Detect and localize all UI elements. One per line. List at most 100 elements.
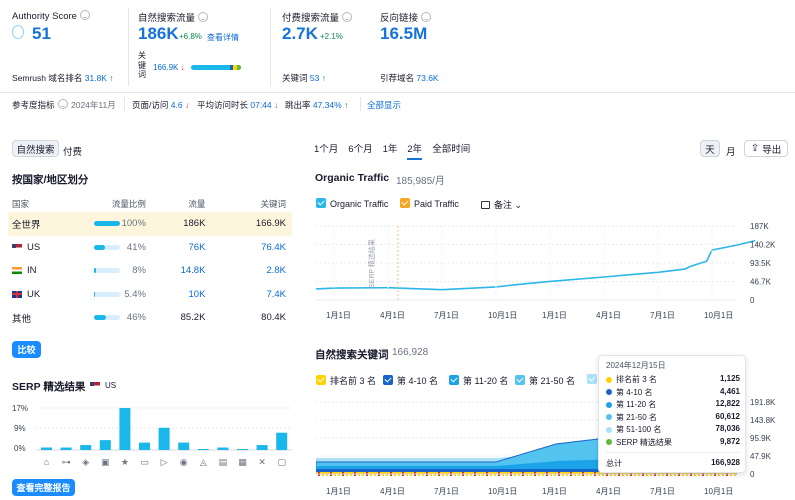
serp-bar[interactable]: [197, 449, 209, 450]
view-details-link[interactable]: 查看详情: [207, 32, 239, 43]
series-dot-icon: [606, 389, 612, 396]
serp-bar[interactable]: [119, 408, 131, 450]
serp-bar[interactable]: [158, 427, 170, 450]
serp-bar[interactable]: [41, 447, 52, 450]
series-dot-icon: [606, 426, 612, 433]
serp-bar[interactable]: [80, 445, 92, 450]
y-axis-label: 46.7K: [750, 278, 772, 287]
country-row[interactable]: 其他 46% 85.2K 80.4K: [8, 306, 292, 330]
legend-11-20[interactable]: 第 11-20 名: [449, 374, 508, 387]
country-row[interactable]: 全世界 100% 186K 166.9K: [8, 212, 292, 236]
x-axis-label: 7月1日: [650, 487, 675, 496]
link-icon[interactable]: ⊶: [62, 457, 71, 467]
granularity-day-button[interactable]: 天: [700, 140, 720, 157]
x-icon[interactable]: ✕: [258, 457, 266, 467]
legend-4-10[interactable]: 第 4-10 名: [383, 374, 438, 387]
compare-button[interactable]: 比较: [12, 341, 41, 358]
traffic-cell: 85.2K: [180, 312, 206, 324]
range-tab[interactable]: 1个月: [314, 141, 338, 160]
checkbox-icon: [383, 375, 393, 385]
keywords-cell[interactable]: 76.4K: [205, 236, 292, 260]
x-axis-label: 7月1日: [434, 487, 459, 496]
paid-traffic-change: +2.1%: [320, 32, 343, 41]
feedback-icon[interactable]: [421, 12, 432, 22]
keywords-cell[interactable]: 7.4K: [205, 283, 292, 307]
authority-ring-icon: [12, 25, 24, 39]
traffic-cell[interactable]: 76K: [146, 236, 206, 260]
legend-paid[interactable]: Paid Traffic: [400, 198, 459, 209]
export-button[interactable]: ⇪ 导出: [744, 140, 788, 157]
range-tab[interactable]: 2年: [407, 141, 423, 160]
serp-bar[interactable]: [276, 432, 288, 450]
feedback-icon[interactable]: [342, 12, 353, 22]
keywords-cell: 166.9K: [255, 218, 286, 230]
star-icon[interactable]: ★: [121, 457, 129, 467]
range-tab[interactable]: 6个月: [348, 141, 372, 160]
country-name: US: [8, 236, 86, 260]
series-dot-icon: [606, 401, 612, 408]
upload-icon: ⇪: [750, 143, 760, 154]
paid-traffic-label: 付费搜索流量: [282, 10, 353, 24]
legend-organic[interactable]: Organic Traffic: [316, 198, 388, 209]
country-row[interactable]: UK 5.4% 10K 7.4K: [8, 283, 292, 307]
show-all-link[interactable]: 全部显示: [367, 99, 401, 111]
paid-keywords: 关键词 53 ↑: [282, 73, 326, 83]
pin-icon[interactable]: ◉: [180, 457, 188, 467]
chat-icon[interactable]: ▭: [140, 457, 149, 467]
feedback-icon[interactable]: [198, 12, 209, 22]
us-flag-icon: [12, 243, 22, 251]
share-bar: [93, 244, 120, 250]
traffic-cell[interactable]: 14.8K: [146, 259, 206, 283]
share-bar: [93, 268, 120, 273]
serp-bar[interactable]: [237, 449, 248, 450]
granularity-month-button[interactable]: 月: [726, 144, 736, 158]
tab-paid[interactable]: 付费: [63, 144, 82, 158]
play-icon[interactable]: ▷: [161, 457, 168, 467]
legend-top3[interactable]: 排名前 3 名: [316, 374, 376, 387]
range-tab[interactable]: 1年: [383, 141, 398, 160]
keyword-distribution-bar: [191, 65, 241, 70]
checkbox-icon: [400, 198, 410, 208]
organic-keywords-value: 166.9K ↓: [153, 63, 185, 72]
feedback-icon[interactable]: [57, 99, 68, 109]
checkbox-icon: [587, 374, 597, 384]
range-tab[interactable]: 全部时间: [432, 141, 470, 160]
organic-traffic-line[interactable]: [316, 239, 756, 291]
serp-bar[interactable]: [178, 442, 190, 450]
home-icon[interactable]: ⌂: [44, 457, 49, 467]
legend-21-50[interactable]: 第 21-50 名: [515, 374, 575, 387]
referring-domains: 引荐域名 73.6K: [380, 73, 439, 83]
serp-bar[interactable]: [139, 442, 150, 450]
country-row[interactable]: IN 8% 14.8K 2.8K: [8, 259, 292, 283]
serp-bar[interactable]: [60, 447, 72, 450]
book-icon[interactable]: ▤: [219, 457, 228, 467]
tab-organic[interactable]: 自然搜索: [12, 140, 59, 157]
news-icon[interactable]: ▦: [238, 457, 247, 467]
countries-title: 按国家/地区划分: [12, 174, 89, 186]
share-cell: 100%: [86, 212, 146, 236]
x-axis-label: 4月1日: [380, 311, 405, 320]
cap-icon[interactable]: ◬: [200, 457, 207, 467]
tooltip-row: 排名前 3 名 1,125: [606, 374, 740, 387]
country-row[interactable]: US 41% 76K 76.4K: [8, 236, 292, 260]
series-dot-icon: [606, 414, 612, 421]
image-icon[interactable]: ▣: [101, 457, 110, 467]
serp-bar[interactable]: [217, 447, 229, 450]
checkbox-icon: [316, 375, 326, 385]
diamond-icon[interactable]: ◈: [82, 457, 89, 467]
keywords-cell[interactable]: 2.8K: [205, 259, 292, 283]
x-axis-label: 4月1日: [380, 487, 405, 496]
backlinks-value[interactable]: 16.5M: [380, 24, 427, 44]
traffic-cell[interactable]: 10K: [146, 283, 206, 307]
feedback-icon[interactable]: [79, 10, 90, 20]
serp-bar[interactable]: [256, 445, 268, 450]
full-report-button[interactable]: 查看完整报告: [12, 479, 75, 496]
x-axis-label: 10月1日: [488, 487, 517, 496]
x-axis-label: 4月1日: [596, 311, 621, 320]
x-axis-label: 7月1日: [434, 311, 459, 320]
card-icon[interactable]: ▢: [277, 457, 286, 467]
serp-bar[interactable]: [99, 440, 111, 450]
comment-icon: [481, 201, 490, 209]
y-axis-label: 140.2K: [750, 241, 776, 250]
notes-dropdown[interactable]: 备注 ⌄: [481, 198, 522, 211]
